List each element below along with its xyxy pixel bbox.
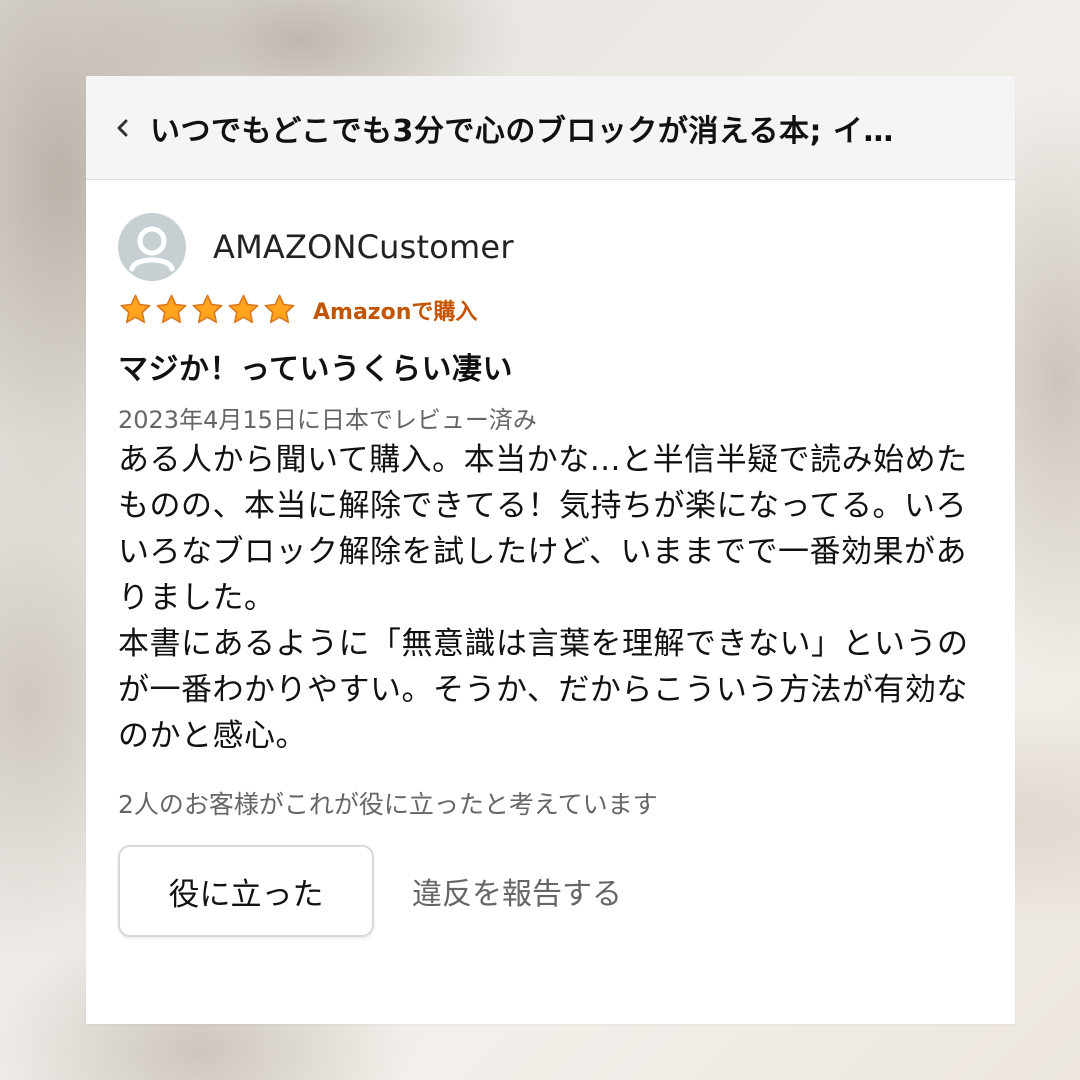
review-date: 2023年4月15日に日本でレビュー済み xyxy=(118,406,537,434)
chevron-left-icon[interactable] xyxy=(116,118,136,138)
star-icon xyxy=(192,294,223,324)
review-title: マジか！っていうくらい凄い xyxy=(118,352,513,387)
review-paragraph: 本書にあるように「無意識は言葉を理解できない」というのが一番わかりやすい。そうか… xyxy=(118,626,969,754)
star-icon xyxy=(156,294,187,324)
star-icon xyxy=(264,294,295,324)
star-rating xyxy=(118,293,297,326)
user-silhouette-icon xyxy=(129,226,175,272)
star-icon xyxy=(120,294,151,324)
helpful-button[interactable]: 役に立った xyxy=(118,845,374,937)
review-card: いつでもどこでも3分で心のブロックが消える本; イ… AMAZONCustome… xyxy=(86,76,1015,1024)
avatar xyxy=(118,213,186,281)
reviewer-profile: AMAZONCustomer xyxy=(118,213,983,281)
review-content: AMAZONCustomer Amazonで購入 マジか！っていうくらい凄い 2… xyxy=(86,213,1015,937)
rating-row: Amazonで購入 xyxy=(118,293,983,326)
review-paragraph: ある人から聞いて購入。本当かな…と半信半疑で読み始めたものの、本当に解除できてる… xyxy=(118,442,968,616)
review-body: ある人から聞いて購入。本当かな…と半信半疑で読み始めたものの、本当に解除できてる… xyxy=(118,437,983,759)
report-abuse-link[interactable]: 違反を報告する xyxy=(412,869,622,913)
product-title[interactable]: いつでもどこでも3分で心のブロックが消える本; イ… xyxy=(150,106,980,150)
star-icon xyxy=(228,294,259,324)
review-actions: 役に立った 違反を報告する xyxy=(118,845,983,937)
verified-purchase-badge: Amazonで購入 xyxy=(313,299,478,325)
reviewer-name[interactable]: AMAZONCustomer xyxy=(213,228,514,266)
header-bar: いつでもどこでも3分で心のブロックが消える本; イ… xyxy=(86,76,1015,180)
helpful-count: 2人のお客様がこれが役に立ったと考えています xyxy=(118,790,658,819)
